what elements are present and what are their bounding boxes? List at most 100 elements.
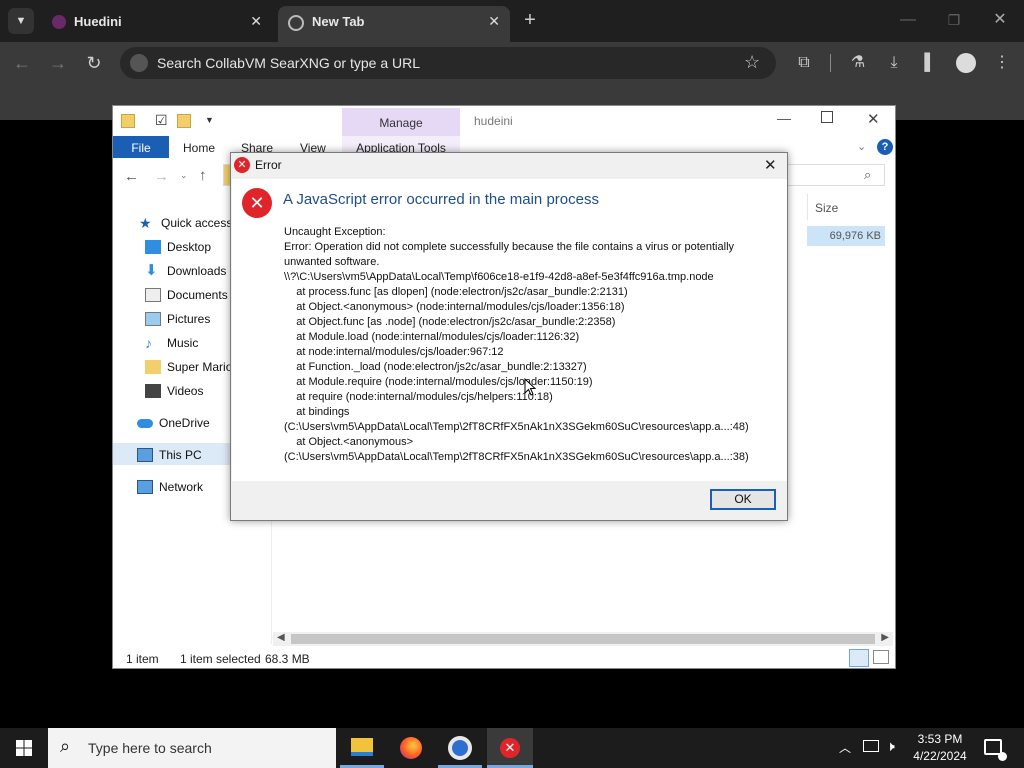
file-size-cell: 69,976 KB (829, 230, 881, 242)
error-app-icon: ✕ (500, 738, 520, 758)
horizontal-scrollbar[interactable]: ◀ ▶ (273, 632, 893, 646)
tab-favicon-icon (52, 15, 66, 29)
trace-line: Error: Operation did not complete succes… (284, 241, 735, 253)
network-tray-icon[interactable] (863, 740, 879, 752)
status-size: 68.3 MB (265, 652, 310, 666)
reload-icon[interactable]: ↻ (82, 51, 106, 75)
details-view-icon[interactable] (849, 649, 869, 667)
explorer-forward-icon[interactable]: → (154, 168, 169, 185)
tab-strip: ▼ Huedini ✕ New Tab ✕ + — ❐ ✕ (0, 0, 1024, 42)
documents-icon (145, 288, 161, 302)
forward-icon[interactable]: → (46, 51, 70, 75)
tab-title: New Tab (312, 14, 365, 29)
explorer-back-icon[interactable]: ← (124, 168, 139, 185)
bookmark-star-icon[interactable]: ☆ (744, 52, 760, 73)
maximize-icon[interactable] (821, 111, 833, 123)
nav-item-videos[interactable]: Videos (145, 380, 203, 402)
tab-new-tab[interactable]: New Tab ✕ (278, 6, 510, 42)
nav-label: Quick access (161, 216, 233, 230)
back-icon[interactable]: ← (10, 51, 34, 75)
dialog-body: ✕ A JavaScript error occurred in the mai… (232, 179, 787, 481)
cloud-icon (137, 418, 153, 428)
folder-icon[interactable] (121, 114, 135, 128)
dialog-close-icon[interactable]: ✕ (764, 156, 777, 174)
nav-label: OneDrive (159, 416, 210, 430)
taskbar-search-box[interactable]: ⌕ Type here to search (48, 728, 336, 768)
labs-flask-icon[interactable]: ⚗ (846, 51, 870, 75)
tray-chevron-up-icon[interactable]: ︿ (839, 739, 851, 756)
nav-item-music[interactable]: ♪ Music (145, 332, 198, 354)
music-icon: ♪ (145, 335, 152, 351)
downloads-icon: ⬇ (145, 262, 158, 279)
trace-line: (C:\Users\vm5\AppData\Local\Temp\2fT8CRf… (284, 421, 749, 433)
tab-huedini[interactable]: Huedini ✕ (40, 6, 272, 42)
trace-line: at Function._load (node:electron/js2c/as… (284, 361, 587, 373)
omnibox[interactable]: Search CollabVM SearXNG or type a URL ☆ (120, 47, 776, 79)
chevron-down-icon[interactable]: ▼ (205, 115, 214, 125)
nav-item-pictures[interactable]: Pictures (145, 308, 210, 330)
nav-label: Videos (167, 384, 204, 398)
volume-muted-icon[interactable]: 🕨 (886, 738, 895, 755)
trace-line: unwanted software. (284, 256, 380, 268)
close-icon[interactable]: ✕ (250, 13, 262, 30)
new-folder-icon[interactable] (177, 114, 191, 128)
error-large-icon: ✕ (242, 188, 272, 218)
scroll-right-icon[interactable]: ▶ (881, 632, 889, 643)
clock-date[interactable]: 4/22/2024 (908, 749, 972, 763)
large-icons-view-icon[interactable] (873, 650, 889, 664)
properties-icon[interactable]: ☑ (155, 112, 168, 129)
tab-title: Huedini (74, 14, 122, 29)
clock-time[interactable]: 3:53 PM (908, 732, 972, 746)
chrome-icon[interactable] (448, 736, 472, 760)
nav-item-network[interactable]: Network (137, 476, 203, 498)
extensions-icon[interactable]: ⧉ (792, 51, 816, 75)
toolbar-divider (830, 54, 831, 72)
recent-chevron-icon[interactable]: ⌄ (180, 170, 188, 181)
tab-list-chevron-icon[interactable]: ▼ (8, 8, 34, 34)
error-app-button[interactable]: ✕ (487, 728, 533, 768)
new-tab-plus-icon[interactable]: + (518, 8, 542, 32)
side-panel-icon[interactable]: ▌ (918, 51, 942, 75)
stack-trace: Uncaught Exception: Error: Operation did… (284, 225, 784, 465)
scroll-left-icon[interactable]: ◀ (277, 632, 285, 643)
status-item-count: 1 item (126, 652, 159, 666)
minimize-icon[interactable]: — (777, 110, 791, 126)
up-arrow-icon[interactable]: ↑ (199, 167, 207, 184)
close-icon[interactable]: ✕ (867, 110, 880, 128)
close-icon[interactable]: ✕ (488, 13, 500, 30)
search-icon: ⌕ (60, 736, 71, 756)
trace-line: \\?\C:\Users\vm5\AppData\Local\Temp\f606… (284, 271, 714, 283)
window-close-icon[interactable]: ✕ (988, 8, 1012, 32)
nav-item-onedrive[interactable]: OneDrive (137, 412, 210, 434)
star-icon: ★ (139, 215, 152, 231)
column-header-size[interactable]: Size (815, 201, 838, 215)
minimize-icon[interactable]: — (896, 8, 920, 32)
desktop-icon (145, 240, 161, 254)
ribbon-collapse-chevron-icon[interactable]: ⌄ (857, 140, 866, 153)
quick-access-toolbar: ☑ ▼ (121, 112, 221, 132)
help-icon[interactable]: ? (877, 139, 893, 155)
trace-line: Uncaught Exception: (284, 226, 386, 238)
search-icon: ⌕ (864, 167, 872, 182)
mouse-cursor-icon (524, 378, 536, 396)
menu-kebab-icon[interactable]: ⋮ (990, 51, 1014, 75)
nav-item-documents[interactable]: Documents (145, 284, 228, 306)
trace-line: at process.func [as dlopen] (node:electr… (284, 286, 628, 298)
windows-start-icon[interactable] (16, 740, 32, 756)
profile-avatar-icon[interactable] (956, 53, 976, 73)
restore-icon[interactable]: ❐ (942, 8, 966, 32)
nav-item-downloads[interactable]: ⬇ Downloads (145, 260, 226, 282)
scroll-thumb[interactable] (291, 634, 875, 644)
nav-label: Network (159, 480, 204, 494)
firefox-icon[interactable] (400, 737, 422, 759)
ribbon-home-tab[interactable]: Home (183, 141, 215, 155)
download-icon[interactable]: ⤓ (882, 51, 906, 75)
network-icon (137, 480, 153, 494)
nav-item-quick-access[interactable]: ★ Quick access (139, 212, 232, 234)
nav-item-desktop[interactable]: Desktop (145, 236, 211, 258)
nav-item-super-mario[interactable]: Super Mario (145, 356, 232, 378)
ok-button[interactable]: OK (710, 489, 776, 510)
nav-item-this-pc[interactable]: This PC (137, 444, 202, 466)
taskbar: ⌕ Type here to search ✕ ︿ 🕨 3:53 PM 4/22… (0, 728, 1024, 768)
file-explorer-icon[interactable] (351, 738, 373, 756)
